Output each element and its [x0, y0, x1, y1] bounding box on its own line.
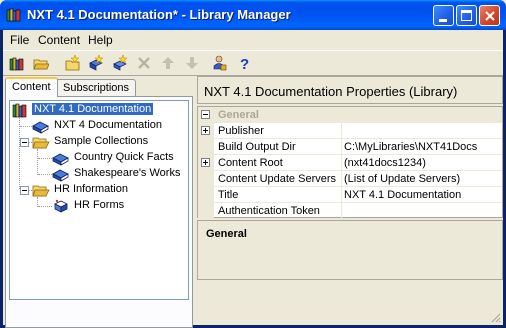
move-down-button[interactable] [181, 53, 203, 73]
tab-subscriptions[interactable]: Subscriptions [56, 79, 137, 96]
minimize-button[interactable] [433, 5, 454, 26]
content-tab-panel: NXT 4.1 Documentation NXT 4 Documentatio… [5, 96, 193, 328]
column-separator [341, 123, 342, 139]
tree-node-label: HR Forms [74, 199, 125, 211]
property-row-authentication-token[interactable]: Authentication Token [198, 203, 502, 219]
property-category-general[interactable]: General [198, 107, 502, 123]
resize-grip-icon[interactable] [489, 311, 501, 323]
move-down-icon [186, 57, 198, 69]
open-library-icon [9, 57, 24, 71]
property-name: Content Root [218, 157, 283, 169]
tree-line [38, 206, 52, 207]
new-item-button[interactable] [109, 53, 131, 73]
tree-line [38, 174, 52, 175]
property-row-publisher[interactable]: Publisher [198, 123, 502, 139]
new-item-icon [113, 55, 128, 71]
minimize-icon [439, 19, 447, 22]
library-tree[interactable]: NXT 4.1 Documentation NXT 4 Documentatio… [9, 100, 189, 300]
description-title: General [206, 228, 247, 240]
help-icon: ? [240, 56, 249, 71]
menu-content[interactable]: Content [38, 33, 80, 47]
property-value[interactable]: C:\MyLibraries\NXT41Docs [341, 141, 477, 153]
property-name: Content Update Servers [218, 173, 337, 185]
property-row-content-update-servers[interactable]: Content Update Servers (List of Update S… [198, 171, 502, 187]
open-button[interactable] [30, 53, 52, 73]
category-label: General [218, 109, 259, 121]
svg-text:?: ? [240, 56, 249, 71]
library-app-icon [6, 8, 21, 22]
expand-property-icon[interactable] [201, 126, 210, 135]
properties-panel: NXT 4.1 Documentation Properties (Librar… [197, 76, 503, 328]
book-icon [52, 169, 69, 182]
open-library-button[interactable] [6, 53, 28, 73]
new-content-button[interactable] [61, 53, 83, 73]
row-gutter [198, 171, 214, 187]
collapse-sample-collections-toggle[interactable] [20, 138, 29, 147]
title-bar[interactable]: NXT 4.1 Documentation* - Library Manager [0, 0, 506, 30]
library-manager-window: NXT 4.1 Documentation* - Library Manager… [0, 0, 506, 328]
delete-icon [138, 57, 150, 69]
new-content-icon [65, 55, 80, 71]
move-up-icon [162, 57, 174, 69]
tree-node-label: NXT 4 Documentation [54, 119, 163, 131]
permissions-button[interactable] [208, 53, 230, 73]
open-folder-icon [33, 59, 49, 70]
tree-node-label: NXT 4.1 Documentation [32, 103, 154, 115]
maximize-button[interactable] [456, 5, 477, 26]
move-up-button[interactable] [157, 53, 179, 73]
property-row-content-root[interactable]: Content Root (nxt41docs1234) [198, 155, 502, 171]
window-title: NXT 4.1 Documentation* - Library Manager [27, 7, 291, 22]
collapse-hr-information-toggle[interactable] [20, 186, 29, 195]
folder-open-icon [32, 185, 50, 197]
tree-node-label: Sample Collections [54, 135, 149, 147]
row-gutter [198, 203, 214, 219]
tab-content[interactable]: Content [5, 77, 58, 97]
property-value[interactable]: (nxt41docs1234) [341, 157, 426, 169]
expand-property-icon[interactable] [201, 158, 210, 167]
property-name: Authentication Token [218, 205, 320, 217]
property-value[interactable]: (List of Update Servers) [341, 173, 460, 185]
property-row-title[interactable]: Title NXT 4.1 Documentation [198, 187, 502, 203]
tree-node-label: Country Quick Facts [74, 151, 174, 163]
property-grid[interactable]: General Publisher Build Output Dir C:\My… [197, 106, 503, 219]
close-button[interactable] [479, 5, 500, 26]
menu-help[interactable]: Help [88, 33, 113, 47]
properties-title: NXT 4.1 Documentation Properties (Librar… [197, 76, 503, 104]
column-separator [341, 203, 342, 219]
property-name: Publisher [218, 125, 264, 137]
help-button[interactable]: ? [233, 53, 255, 73]
maximize-icon [461, 10, 472, 21]
menu-file[interactable]: File [10, 33, 29, 47]
window-client-area: File Content Help ? Content Subscription… [3, 30, 503, 328]
property-name: Title [218, 189, 239, 201]
close-icon [485, 11, 495, 21]
new-collection-button[interactable] [85, 53, 107, 73]
property-description-pane: General [197, 220, 503, 280]
property-row-build-output-dir[interactable]: Build Output Dir C:\MyLibraries\NXT41Doc… [198, 139, 502, 155]
tree-line [37, 149, 38, 175]
book-icon [32, 121, 49, 134]
tree-node-label: Shakespeare's Works [74, 167, 181, 179]
toolbar: ? [3, 50, 503, 76]
delete-button[interactable] [133, 53, 155, 73]
permissions-icon [213, 55, 227, 71]
property-value[interactable]: NXT 4.1 Documentation [341, 189, 461, 201]
book-icon [52, 153, 69, 166]
row-gutter [198, 187, 214, 203]
form-icon [54, 199, 68, 213]
library-icon [12, 103, 27, 118]
tree-node-label: HR Information [54, 183, 128, 195]
new-collection-icon [89, 55, 104, 71]
tree-line [38, 158, 52, 159]
row-gutter [198, 139, 214, 155]
collapse-category-icon[interactable] [201, 110, 210, 119]
menu-bar: File Content Help [3, 30, 503, 50]
property-name: Build Output Dir [218, 141, 296, 153]
folder-open-icon [32, 137, 50, 149]
